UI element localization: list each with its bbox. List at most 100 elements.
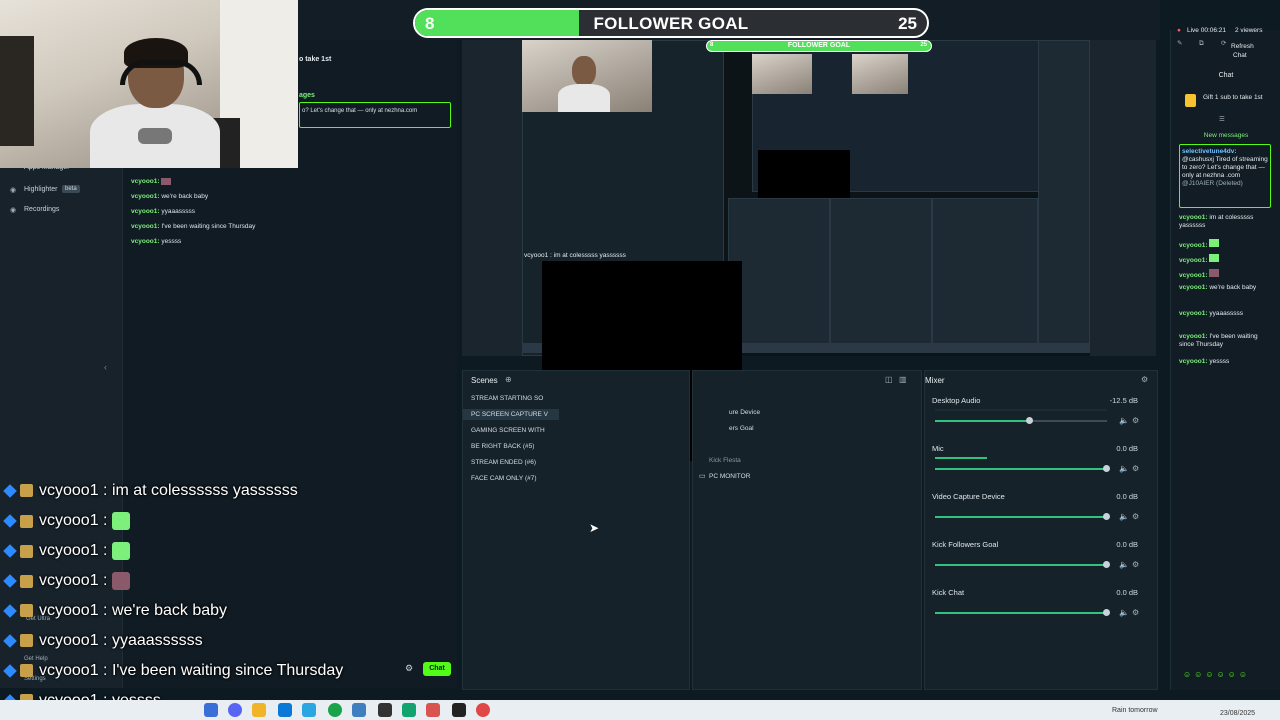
nested-head: [572, 56, 596, 86]
new-messages-fragment: ages: [299, 92, 315, 99]
emote-icon: [1209, 269, 1220, 277]
scene-item[interactable]: STREAM ENDED (#6): [463, 457, 559, 468]
chrome-icon[interactable]: [328, 703, 342, 717]
channel-slider-knob[interactable]: [1026, 417, 1033, 424]
channel-slider-knob[interactable]: [1103, 609, 1110, 616]
chat-line: vcyooo1: I've been waiting since Thursda…: [131, 223, 255, 230]
chat-user: vcyooo1:: [131, 238, 160, 245]
nav-highlighter[interactable]: Highlighter: [24, 186, 57, 193]
app-icon[interactable]: [476, 703, 490, 717]
source-item[interactable]: PC MONITOR: [709, 473, 750, 480]
chat-user: vcyooo1:: [1179, 214, 1208, 221]
refresh-button[interactable]: Refresh: [1231, 43, 1254, 51]
obs-icon[interactable]: [378, 703, 392, 717]
channel-slider-knob[interactable]: [1103, 465, 1110, 472]
nested-sources: [830, 198, 932, 350]
scene-item[interactable]: GAMING SCREEN WITH: [463, 425, 559, 436]
chat-user: vcyooo1:: [131, 193, 160, 200]
overlay-text: im at colessssss yassssss: [111, 482, 298, 499]
chat-user: vcyooo1:: [1179, 242, 1208, 249]
speaker-icon[interactable]: 🔈: [1119, 608, 1129, 617]
app-icon[interactable]: [452, 703, 466, 717]
collapse-chevron-icon[interactable]: ‹: [104, 362, 107, 372]
refresh-icon[interactable]: ⟳: [1221, 40, 1226, 48]
popout-icon[interactable]: ⧉: [1199, 40, 1204, 48]
overlay-chat-line: vcyooo1 : we're back baby: [0, 602, 227, 630]
folder-icon[interactable]: [252, 703, 266, 717]
new-messages-banner[interactable]: New messages: [1171, 132, 1280, 140]
badge-diamond-icon: [3, 663, 17, 678]
mini-goal-title: FOLLOWER GOAL: [787, 42, 851, 49]
chat-send-button[interactable]: Chat: [423, 662, 451, 676]
nested-webcam: [522, 40, 652, 112]
app-icon[interactable]: [402, 703, 416, 717]
overlay-sep: :: [98, 602, 112, 619]
highlighter-icon: ◉: [10, 187, 17, 194]
settings-gear-icon[interactable]: ⚙: [405, 663, 417, 675]
badge-shield-icon: [20, 604, 33, 618]
speaker-icon[interactable]: 🔈: [1119, 464, 1129, 473]
right-chat-dock: ● Live 00:06:21 2 viewers ✎ ⧉ ⟳ Refresh …: [1170, 27, 1280, 690]
scene-item-selected[interactable]: PC SCREEN CAPTURE V: [463, 409, 559, 420]
live-timer: Live 00:06:21: [1187, 27, 1227, 34]
chat-user: vcyooo1:: [1179, 358, 1208, 365]
badge-shield-icon: [20, 574, 33, 588]
overlay-chat-line: vcyooo1 :: [0, 542, 130, 570]
app-icon[interactable]: [204, 703, 218, 717]
channel-meter: [935, 457, 987, 459]
overlay-sep: :: [98, 662, 112, 679]
emote-bar[interactable]: ☺☺☺☺☺☺: [1183, 670, 1273, 680]
channel-slider-fill: [935, 612, 1107, 614]
edit-icon[interactable]: ✎: [1177, 40, 1182, 48]
speaker-icon[interactable]: 🔈: [1119, 560, 1129, 569]
scene-item[interactable]: FACE CAM ONLY (#7): [463, 473, 559, 484]
source-item[interactable]: ure Device: [729, 409, 760, 416]
overlay-text: we're back baby: [111, 602, 228, 619]
overlay-chat-line: vcyooo1 : yyaaassssss: [0, 632, 203, 660]
overlay-user: vcyooo1: [39, 542, 99, 560]
overlay-user: vcyooo1: [39, 632, 99, 649]
sources-filter-icon[interactable]: ◫: [885, 375, 893, 384]
channel-slider-knob[interactable]: [1103, 561, 1110, 568]
edge-icon[interactable]: [278, 703, 292, 717]
overlay-chat-line: vcyooo1 :: [0, 572, 130, 600]
app-icon[interactable]: [426, 703, 440, 717]
mixer-settings-icon[interactable]: ⚙: [1141, 375, 1148, 384]
goal-target: 25: [898, 14, 917, 33]
nav-recordings[interactable]: Recordings: [24, 206, 59, 213]
gear-icon[interactable]: ⚙: [1132, 416, 1139, 425]
nested-chat: [1038, 40, 1090, 352]
gear-icon[interactable]: ⚙: [1132, 608, 1139, 617]
scene-item[interactable]: BE RIGHT BACK (#5): [463, 441, 559, 452]
scenes-settings-icon[interactable]: ⊕: [505, 375, 512, 384]
gear-icon[interactable]: ⚙: [1132, 512, 1139, 521]
app-icon[interactable]: [302, 703, 316, 717]
scene-item[interactable]: STREAM STARTING SO: [463, 393, 559, 404]
promo-text: o? Let's change that — only at nezhna.co…: [302, 108, 418, 114]
speaker-icon[interactable]: 🔈: [1119, 416, 1129, 425]
source-item[interactable]: ers Goal: [729, 425, 754, 432]
menu-icon[interactable]: ☰: [1219, 116, 1225, 124]
overlay-chat-line: vcyooo1 : I've been waiting since Thursd…: [0, 662, 343, 690]
source-item[interactable]: Kick Flesta: [709, 457, 741, 464]
weather-text[interactable]: Rain tomorrow: [1112, 707, 1158, 714]
chat-message: vcyooo1:: [1179, 239, 1269, 250]
sources-lock-icon[interactable]: ▥: [899, 375, 907, 384]
badge-diamond-icon: [3, 544, 17, 558]
channel-slider-knob[interactable]: [1103, 513, 1110, 520]
overlay-user: vcyooo1: [39, 512, 99, 530]
gear-icon[interactable]: ⚙: [1132, 560, 1139, 569]
beta-badge: beta: [62, 185, 80, 193]
emote-icon: [111, 542, 130, 560]
emote-icon: [111, 512, 130, 530]
badge-shield-icon: [20, 514, 33, 528]
app-icon[interactable]: [352, 703, 366, 717]
badge-diamond-icon: [3, 574, 17, 588]
gear-icon[interactable]: ⚙: [1132, 464, 1139, 473]
speaker-icon[interactable]: 🔈: [1119, 512, 1129, 521]
overlay-chat-line: vcyooo1 : im at colessssss yassssss: [0, 482, 298, 510]
channel-meter: [935, 409, 1107, 411]
chat-text: we're back baby: [1209, 284, 1257, 291]
chat-user: vcyooo1:: [131, 208, 160, 215]
discord-icon[interactable]: [228, 703, 242, 717]
